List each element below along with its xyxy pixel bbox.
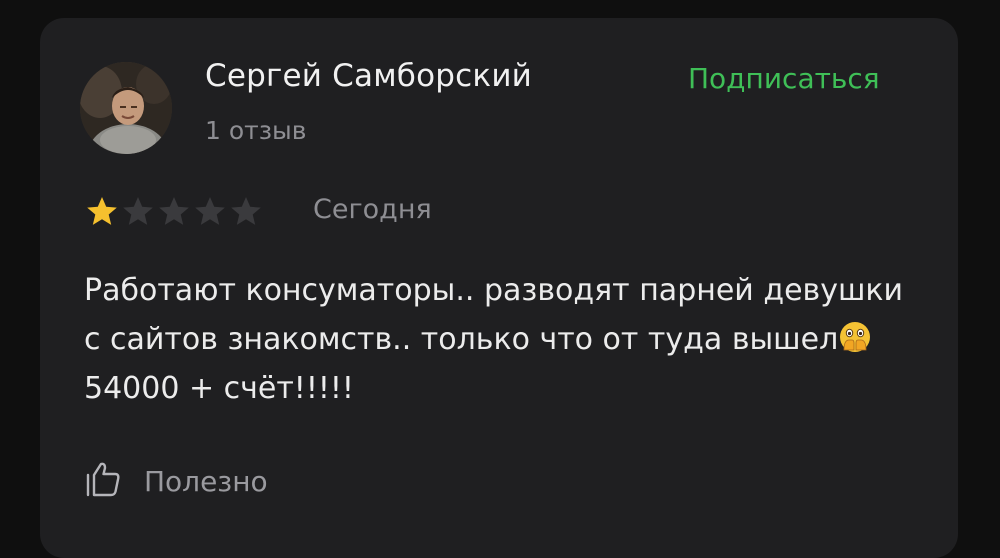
reviews-count: 1 отзыв (205, 116, 307, 145)
useful-label: Полезно (144, 464, 268, 498)
review-date: Сегодня (313, 194, 432, 225)
review-text-part2: 54000 + счёт!!!!! (84, 371, 354, 406)
star-icon (156, 194, 192, 230)
avatar[interactable] (80, 62, 172, 154)
avatar-photo (80, 62, 172, 154)
star-icon (84, 194, 120, 230)
author-name[interactable]: Сергей Самборский (205, 58, 532, 94)
useful-button[interactable]: Полезно (84, 460, 268, 502)
review-text-part1: Работают консуматоры.. разводят парней д… (84, 273, 904, 357)
review-card: Сергей Самборский 1 отзыв Подписаться Се… (40, 18, 958, 558)
face-with-hand-over-mouth-icon (838, 320, 872, 354)
star-icon (228, 194, 264, 230)
subscribe-button[interactable]: Подписаться (688, 62, 880, 95)
thumbs-up-icon (84, 460, 122, 502)
star-rating (84, 194, 264, 230)
star-icon (120, 194, 156, 230)
review-text: Работают консуматоры.. разводят парней д… (84, 266, 914, 413)
star-icon (192, 194, 228, 230)
